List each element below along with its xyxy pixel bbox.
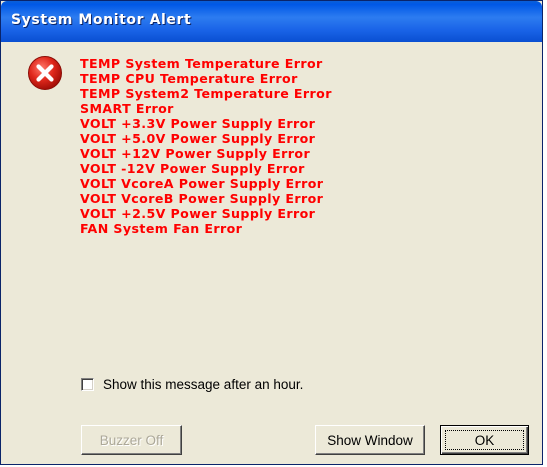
- alert-dialog: System Monitor Alert TEMP System Tempera…: [0, 0, 543, 465]
- error-message: VOLT VcoreB Power Supply Error: [80, 191, 324, 206]
- error-message: SMART Error: [80, 101, 174, 116]
- ok-button[interactable]: OK: [440, 425, 529, 455]
- show-later-label[interactable]: Show this message after an hour.: [103, 377, 303, 392]
- error-message: VOLT +5.0V Power Supply Error: [80, 131, 316, 146]
- window-title: System Monitor Alert: [11, 12, 192, 28]
- error-message: VOLT -12V Power Supply Error: [80, 161, 305, 176]
- show-window-button[interactable]: Show Window: [315, 425, 425, 455]
- error-message: TEMP System Temperature Error: [80, 56, 323, 71]
- error-message: VOLT +2.5V Power Supply Error: [80, 206, 316, 221]
- error-message: VOLT +12V Power Supply Error: [80, 146, 311, 161]
- show-later-option[interactable]: Show this message after an hour.: [81, 375, 303, 393]
- show-window-label: Show Window: [327, 432, 413, 448]
- show-later-checkbox[interactable]: [81, 377, 94, 391]
- error-message: TEMP System2 Temperature Error: [80, 86, 332, 101]
- error-message-list: TEMP System Temperature Error TEMP CPU T…: [80, 56, 332, 236]
- buzzer-off-button[interactable]: Buzzer Off: [81, 425, 182, 455]
- error-icon: [28, 56, 62, 90]
- error-message: VOLT VcoreA Power Supply Error: [80, 176, 324, 191]
- ok-label: OK: [474, 432, 495, 448]
- error-message: VOLT +3.3V Power Supply Error: [80, 116, 316, 131]
- title-bar[interactable]: System Monitor Alert: [1, 1, 542, 42]
- error-message: FAN System Fan Error: [80, 221, 243, 236]
- buzzer-off-label: Buzzer Off: [99, 432, 164, 448]
- error-message: TEMP CPU Temperature Error: [80, 71, 298, 86]
